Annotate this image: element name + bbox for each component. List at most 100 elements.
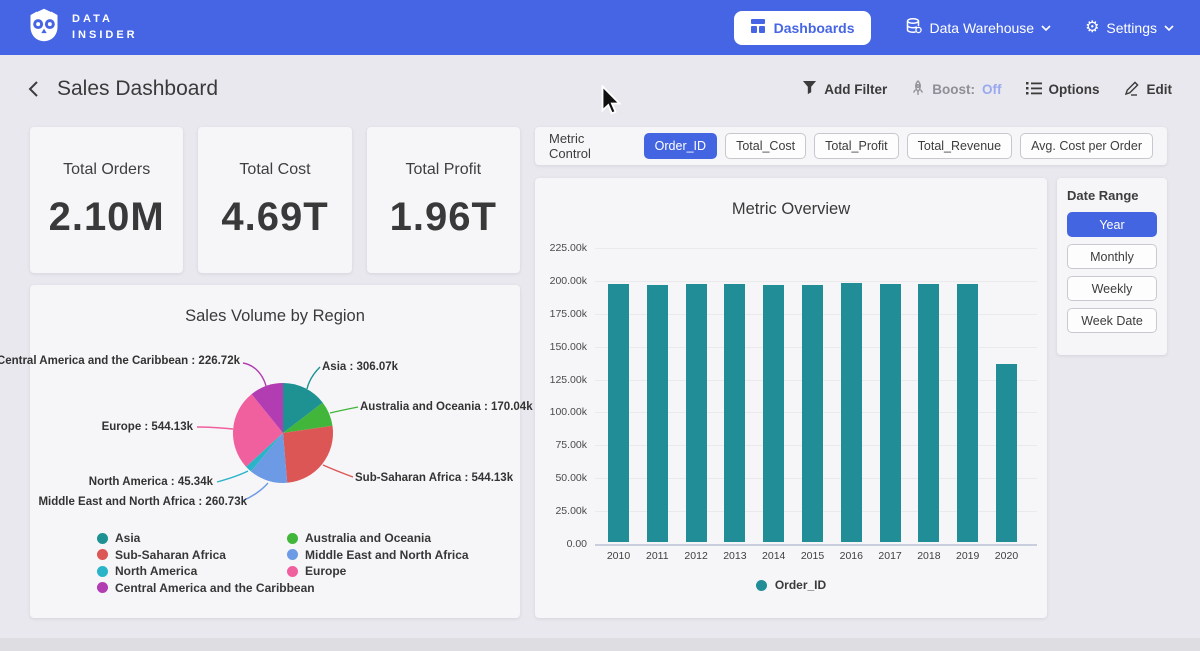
pie-legend-item-north-america[interactable]: North America: [97, 564, 197, 578]
bar-2014[interactable]: [763, 285, 784, 542]
bar-2012[interactable]: [686, 284, 707, 543]
pie-legend-label: Middle East and North Africa: [305, 548, 469, 562]
metric-overview-chart: Metric Overview 225.00k200.00k175.00k150…: [535, 178, 1047, 618]
brand-logo: DATA INSIDER: [26, 7, 138, 48]
y-axis-tick: 0.00: [535, 538, 587, 550]
gridline: [595, 544, 1037, 546]
pie-label-middle-east-and-north-africa: Middle East and North Africa : 260.73k: [38, 496, 247, 508]
pie-slice-sub-saharan-africa[interactable]: [283, 426, 333, 483]
dashboards-icon: [750, 18, 766, 37]
gear-icon: ⚙: [1085, 20, 1099, 36]
kpi-row: Total Orders2.10MTotal Cost4.69TTotal Pr…: [30, 127, 520, 273]
pie-legend-item-central-america-and-the-caribbean[interactable]: Central America and the Caribbean: [97, 581, 315, 595]
bar-series-legend-label: Order_ID: [775, 578, 826, 592]
pie-legend-item-asia[interactable]: Asia: [97, 531, 140, 545]
legend-dot: [287, 566, 298, 577]
chevron-down-icon: [1041, 25, 1051, 31]
y-axis-tick: 175.00k: [535, 308, 587, 320]
pie-legend-label: Europe: [305, 564, 346, 578]
y-axis-tick: 100.00k: [535, 406, 587, 418]
legend-dot: [97, 533, 108, 544]
pie-leader-line: [330, 407, 358, 413]
date-range-label: Date Range: [1067, 188, 1157, 203]
metric-button-total-revenue[interactable]: Total_Revenue: [907, 133, 1012, 159]
page-title: Sales Dashboard: [57, 77, 218, 101]
y-axis-tick: 225.00k: [535, 242, 587, 254]
pie-leader-line: [307, 367, 320, 389]
owl-logo-icon: [26, 7, 62, 48]
pie-legend-item-sub-saharan-africa[interactable]: Sub-Saharan Africa: [97, 548, 226, 562]
x-axis-label: 2010: [608, 550, 629, 562]
kpi-card-total-orders: Total Orders 2.10M: [30, 127, 183, 273]
chevron-down-icon: [1164, 25, 1174, 31]
bar-2017[interactable]: [880, 284, 901, 542]
metric-button-total-profit[interactable]: Total_Profit: [814, 133, 899, 159]
pie-label-asia: Asia : 306.07k: [322, 361, 398, 373]
boost-status: Off: [982, 82, 1002, 97]
x-axis-label: 2016: [841, 550, 862, 562]
settings-menu[interactable]: ⚙ Settings: [1085, 20, 1174, 36]
pie-legend-label: Australia and Oceania: [305, 531, 431, 545]
date-range-button-year[interactable]: Year: [1067, 212, 1157, 237]
bar-2016[interactable]: [841, 283, 862, 542]
y-axis-tick: 50.00k: [535, 472, 587, 484]
kpi-label: Total Orders: [63, 161, 150, 179]
date-range-button-weekly[interactable]: Weekly: [1067, 276, 1157, 301]
list-icon: [1026, 81, 1042, 98]
pie-leader-line: [197, 427, 233, 429]
add-filter-button[interactable]: Add Filter: [802, 80, 887, 98]
back-button[interactable]: [28, 80, 39, 98]
kpi-label: Total Profit: [406, 161, 482, 179]
metric-button-total-cost[interactable]: Total_Cost: [725, 133, 806, 159]
bar-2010[interactable]: [608, 284, 629, 542]
kpi-value: 1.96T: [390, 195, 497, 240]
x-axis-label: 2017: [880, 550, 901, 562]
kpi-value: 4.69T: [221, 195, 328, 240]
boost-toggle[interactable]: Boost: Off: [911, 80, 1001, 99]
pie-legend-item-europe[interactable]: Europe: [287, 564, 346, 578]
pie-legend-item-australia-and-oceania[interactable]: Australia and Oceania: [287, 531, 431, 545]
database-icon: [905, 17, 923, 38]
pencil-icon: [1124, 80, 1140, 99]
bar-2011[interactable]: [647, 285, 668, 542]
x-axis-label: 2013: [724, 550, 745, 562]
bar-chart-legend[interactable]: Order_ID: [535, 578, 1047, 592]
y-axis-tick: 125.00k: [535, 374, 587, 386]
pie-label-north-america: North America : 45.34k: [89, 476, 213, 488]
y-axis-tick: 200.00k: [535, 275, 587, 287]
metric-button-order-id[interactable]: Order_ID: [644, 133, 717, 159]
kpi-card-total-profit: Total Profit 1.96T: [367, 127, 520, 273]
edit-button[interactable]: Edit: [1124, 80, 1173, 99]
sales-volume-chart: Sales Volume by Region Asia : 306.07kAus…: [30, 285, 520, 618]
legend-dot: [97, 582, 108, 593]
bar-2020[interactable]: [996, 364, 1017, 542]
bar-2018[interactable]: [918, 284, 939, 542]
filter-icon: [802, 80, 817, 98]
pie-label-sub-saharan-africa: Sub-Saharan Africa : 544.13k: [355, 472, 513, 484]
pie-leader-line: [217, 471, 248, 482]
metric-button-avg-cost-per-order[interactable]: Avg. Cost per Order: [1020, 133, 1153, 159]
bar-2013[interactable]: [724, 284, 745, 542]
date-range-button-monthly[interactable]: Monthly: [1067, 244, 1157, 269]
x-axis-label: 2020: [996, 550, 1017, 562]
pie-leader-line: [323, 465, 353, 477]
data-warehouse-label: Data Warehouse: [930, 20, 1035, 36]
options-button[interactable]: Options: [1026, 81, 1100, 98]
pie-legend-item-middle-east-and-north-africa[interactable]: Middle East and North Africa: [287, 548, 469, 562]
brand-line2: INSIDER: [72, 28, 138, 44]
data-warehouse-menu[interactable]: Data Warehouse: [905, 17, 1052, 38]
bar-2015[interactable]: [802, 285, 823, 542]
y-axis-tick: 75.00k: [535, 439, 587, 451]
kpi-card-total-cost: Total Cost4.69T: [198, 127, 351, 273]
pie-label-europe: Europe : 544.13k: [102, 421, 193, 433]
bar-2019[interactable]: [957, 284, 978, 542]
legend-dot: [287, 533, 298, 544]
pie-legend-label: Central America and the Caribbean: [115, 581, 315, 595]
pie-legend-label: Sub-Saharan Africa: [115, 548, 226, 562]
date-range-button-week-date[interactable]: Week Date: [1067, 308, 1157, 333]
legend-dot: [97, 549, 108, 560]
dashboards-button[interactable]: Dashboards: [734, 11, 871, 45]
kpi-value: 2.10M: [49, 195, 165, 240]
x-axis-label: 2018: [918, 550, 939, 562]
metric-control-label: Metric Control: [549, 131, 630, 161]
